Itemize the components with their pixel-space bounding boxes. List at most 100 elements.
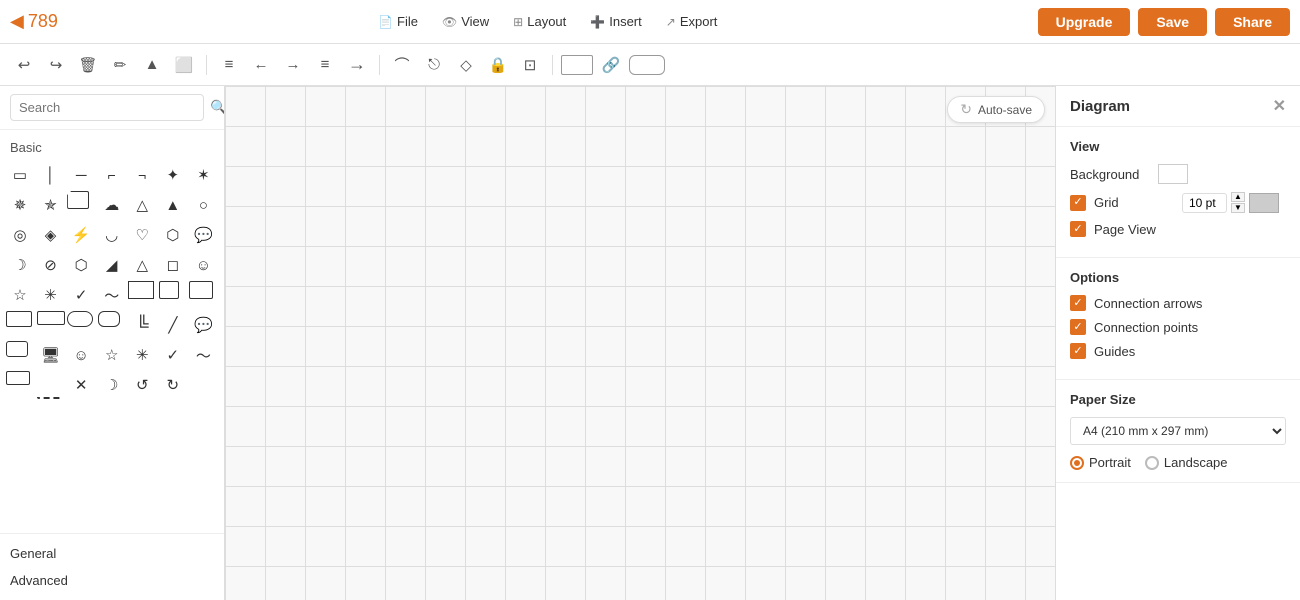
shape-star-outline[interactable]: ☆ xyxy=(98,341,126,369)
shape-check2[interactable]: ✓ xyxy=(159,341,187,369)
shape-c-shape[interactable]: ↺ xyxy=(128,371,156,399)
fill-button[interactable]: ▲ xyxy=(138,51,166,79)
shape-star5[interactable]: ✯ xyxy=(37,191,65,219)
lock-button[interactable]: 🔒 xyxy=(484,51,512,79)
shape-circle[interactable]: ○ xyxy=(189,191,217,219)
shape-callout-l[interactable]: ╚ xyxy=(128,311,156,339)
shape-drop[interactable]: ◈ xyxy=(37,221,65,249)
share-button[interactable]: Share xyxy=(1215,8,1290,36)
shape-x[interactable]: ✕ xyxy=(67,371,95,399)
shape-speech[interactable]: 💬 xyxy=(189,221,217,249)
shape-triangle-filled[interactable]: ▲ xyxy=(159,191,187,219)
shape-corner2[interactable]: ⌐ xyxy=(128,161,156,189)
shape-arrow-right[interactable]: ◢ xyxy=(98,251,126,279)
menu-layout[interactable]: ⊞ Layout xyxy=(503,10,576,33)
arrow-right-button[interactable]: → xyxy=(279,51,307,79)
background-color-swatch[interactable] xyxy=(1158,164,1188,184)
canvas-area[interactable]: ↻ Auto-save xyxy=(225,86,1055,600)
line-style-button[interactable]: ≡ xyxy=(215,51,243,79)
delete-button[interactable]: 🗑 xyxy=(74,51,102,79)
shape-star4[interactable]: ✦ xyxy=(159,161,187,189)
shape-sun[interactable]: ✳ xyxy=(128,341,156,369)
shape-pacman[interactable]: ☽ xyxy=(98,371,126,399)
undo-button[interactable]: ↩ xyxy=(10,51,38,79)
shape-lightning[interactable]: ⚡ xyxy=(67,221,95,249)
shape-rect-cut[interactable] xyxy=(67,191,89,209)
clear-button[interactable]: ◇ xyxy=(452,51,480,79)
shape-check[interactable]: ✓ xyxy=(67,281,95,309)
shape-heart[interactable]: ♡ xyxy=(128,221,156,249)
menu-insert[interactable]: ➕ Insert xyxy=(580,10,651,33)
rect-outline-button[interactable] xyxy=(561,55,593,75)
shape-monitor[interactable]: 🖥 xyxy=(37,341,65,369)
menu-export[interactable]: ↗ Export xyxy=(656,10,728,33)
shape-dotline[interactable] xyxy=(37,371,61,399)
shape-button[interactable]: ⬜ xyxy=(170,51,198,79)
sidebar-advanced[interactable]: Advanced xyxy=(0,567,224,594)
shape-asterisk[interactable]: ✳ xyxy=(37,281,65,309)
shape-small-rect[interactable] xyxy=(6,371,30,385)
shape-rect[interactable]: ▭ xyxy=(6,161,34,189)
shape-no[interactable]: ⊘ xyxy=(37,251,65,279)
panel-close-button[interactable]: ✕ xyxy=(1273,96,1286,116)
arrow-left-button[interactable]: ← xyxy=(247,51,275,79)
shape-moon[interactable]: ☽ xyxy=(6,251,34,279)
shape-face[interactable]: ☺ xyxy=(189,251,217,279)
shape-rect1[interactable] xyxy=(128,281,154,299)
grid-checkbox[interactable] xyxy=(1070,195,1086,211)
shape-g-shape[interactable]: ↻ xyxy=(159,371,187,399)
redo-button[interactable]: ↪ xyxy=(42,51,70,79)
curved-button[interactable]: → xyxy=(343,51,371,79)
search-icon[interactable]: 🔍 xyxy=(210,99,225,116)
landscape-option[interactable]: Landscape xyxy=(1145,455,1228,470)
guides-checkbox[interactable] xyxy=(1070,343,1086,359)
shape-rect3[interactable] xyxy=(189,281,213,299)
shape-smile[interactable]: ☺ xyxy=(67,341,95,369)
shape-stadium2[interactable] xyxy=(98,311,120,327)
shape-rect2[interactable] xyxy=(159,281,179,299)
shape-triangle-outline[interactable]: △ xyxy=(128,191,156,219)
shape-line-diag[interactable]: ╱ xyxy=(159,311,187,339)
shape-cube[interactable]: ⬡ xyxy=(159,221,187,249)
grid-up-button[interactable]: ▲ xyxy=(1231,192,1245,202)
shape-stadium[interactable] xyxy=(67,311,93,327)
page-view-checkbox[interactable] xyxy=(1070,221,1086,237)
shape-rect4[interactable] xyxy=(6,311,32,327)
link-button[interactable]: 🔗 xyxy=(597,51,625,79)
shape-square2[interactable]: ◻ xyxy=(159,251,187,279)
shape-callout2[interactable] xyxy=(6,341,28,357)
line-button[interactable]: ≡ xyxy=(311,51,339,79)
shape-half-circle[interactable]: ◡ xyxy=(98,221,126,249)
portrait-option[interactable]: Portrait xyxy=(1070,455,1131,470)
shape-corner1[interactable]: ⌐ xyxy=(98,161,126,189)
menu-view[interactable]: 👁 View xyxy=(432,10,499,33)
expand-button[interactable]: ⊡ xyxy=(516,51,544,79)
sidebar-general[interactable]: General xyxy=(0,540,224,567)
grid-color-swatch[interactable] xyxy=(1249,193,1279,213)
shape-rect5[interactable] xyxy=(37,311,65,325)
back-button[interactable]: ◀ 789 xyxy=(10,11,58,32)
shape-circle2[interactable]: ◎ xyxy=(6,221,34,249)
shape-hline[interactable]: ─ xyxy=(67,161,95,189)
search-input[interactable] xyxy=(10,94,204,121)
shape-callout1[interactable]: 💬 xyxy=(189,311,217,339)
shape-star6[interactable]: ✶ xyxy=(189,161,217,189)
connection-arrows-checkbox[interactable] xyxy=(1070,295,1086,311)
connection-points-checkbox[interactable] xyxy=(1070,319,1086,335)
shape-star8[interactable]: ✵ xyxy=(6,191,34,219)
menu-file[interactable]: 📄 File xyxy=(368,10,428,33)
paper-size-select[interactable]: A4 (210 mm x 297 mm) A3 (297 mm x 420 mm… xyxy=(1070,417,1286,445)
rounded-rect-button[interactable] xyxy=(629,55,665,75)
shape-star-5pt[interactable]: ☆ xyxy=(6,281,34,309)
upgrade-button[interactable]: Upgrade xyxy=(1038,8,1131,36)
portrait-radio[interactable] xyxy=(1070,456,1084,470)
shape-vline[interactable]: │ xyxy=(37,161,65,189)
save-button[interactable]: Save xyxy=(1138,8,1207,36)
grid-down-button[interactable]: ▼ xyxy=(1231,203,1245,213)
shape-cloud[interactable]: ☁ xyxy=(98,191,126,219)
landscape-radio[interactable] xyxy=(1145,456,1159,470)
grid-value-input[interactable] xyxy=(1182,193,1227,213)
clone-button[interactable]: ⎋ xyxy=(420,51,448,79)
shape-hexagon[interactable]: ⬡ xyxy=(67,251,95,279)
waypoint-button[interactable]: ⌒ xyxy=(388,51,416,79)
